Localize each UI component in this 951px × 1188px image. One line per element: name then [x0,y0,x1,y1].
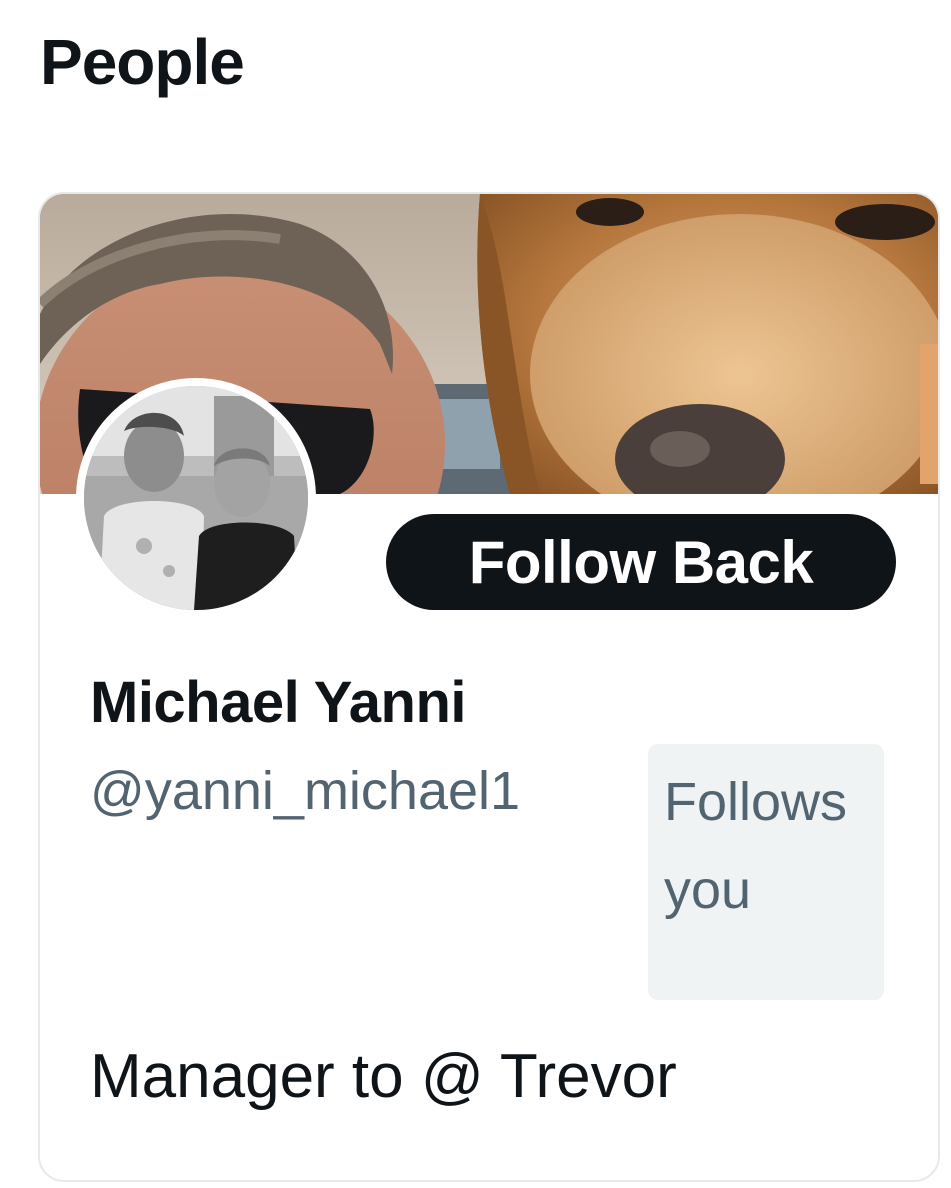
display-name[interactable]: Michael Yanni [90,674,467,732]
avatar[interactable] [76,378,316,618]
follow-back-button[interactable]: Follow Back [386,514,896,610]
people-section: People Follow Back Michael Yanni @yanni_… [0,0,951,1188]
user-bio: Manager to @ Trevor [90,1042,677,1111]
user-card[interactable]: Follow Back Michael Yanni @yanni_michael… [38,192,940,1182]
user-handle[interactable]: @yanni_michael1 [90,764,520,818]
follows-you-badge: Follows you [648,744,884,1000]
section-title: People [40,26,245,98]
